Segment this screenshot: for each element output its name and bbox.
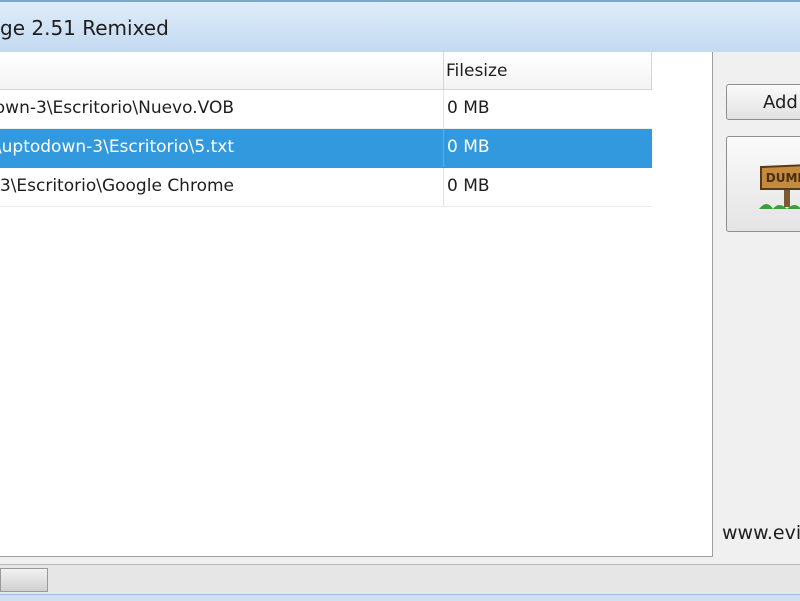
table-row[interactable]: C:\Documents and Settings\uptodown-3\Esc… bbox=[0, 90, 652, 129]
table-row-selected[interactable]: C:\Documents and Settings\uptodown-3\Esc… bbox=[0, 129, 652, 168]
column-separator[interactable] bbox=[651, 52, 652, 89]
filesize-text: 0 MB bbox=[447, 98, 490, 118]
cell-divider bbox=[443, 90, 444, 128]
progress-bar bbox=[0, 564, 800, 596]
path-text: C:\Documents and Settings\uptodown-3\Esc… bbox=[0, 137, 234, 157]
filesize-text: 0 MB bbox=[447, 137, 490, 157]
website-link[interactable]: www.evi bbox=[722, 522, 800, 544]
add-button[interactable]: Add bbox=[726, 84, 800, 120]
dump-signpost-icon: DUMP bbox=[759, 164, 800, 209]
path-text: C:\Documents and Settings\uptodown-3\Esc… bbox=[0, 98, 234, 118]
progress-fill bbox=[0, 568, 48, 592]
path-text: C:\Documents and Settings\uptodown-3\Esc… bbox=[0, 176, 234, 196]
dump-sign-text: DUMP bbox=[766, 171, 800, 185]
path-cell: C:\Documents and Settings\uptodown-3\Esc… bbox=[0, 168, 443, 206]
main-window-client: Filesize C:\Documents and Settings\uptod… bbox=[0, 52, 800, 600]
column-header-filesize[interactable]: Filesize bbox=[446, 61, 507, 81]
column-separator[interactable] bbox=[443, 52, 444, 89]
path-cell: C:\Documents and Settings\uptodown-3\Esc… bbox=[0, 129, 443, 167]
title-bar: ge 2.51 Remixed bbox=[0, 0, 800, 52]
add-button-label: Add bbox=[763, 92, 798, 113]
filesize-text: 0 MB bbox=[447, 176, 490, 196]
file-list[interactable]: Filesize C:\Documents and Settings\uptod… bbox=[0, 52, 713, 557]
table-row[interactable]: C:\Documents and Settings\uptodown-3\Esc… bbox=[0, 168, 652, 207]
path-cell: C:\Documents and Settings\uptodown-3\Esc… bbox=[0, 90, 443, 128]
dump-button[interactable]: DUMP bbox=[726, 136, 800, 232]
list-header: Filesize bbox=[0, 52, 652, 90]
cell-divider bbox=[443, 129, 444, 167]
window-title: ge 2.51 Remixed bbox=[0, 16, 169, 40]
cell-divider bbox=[443, 168, 444, 206]
